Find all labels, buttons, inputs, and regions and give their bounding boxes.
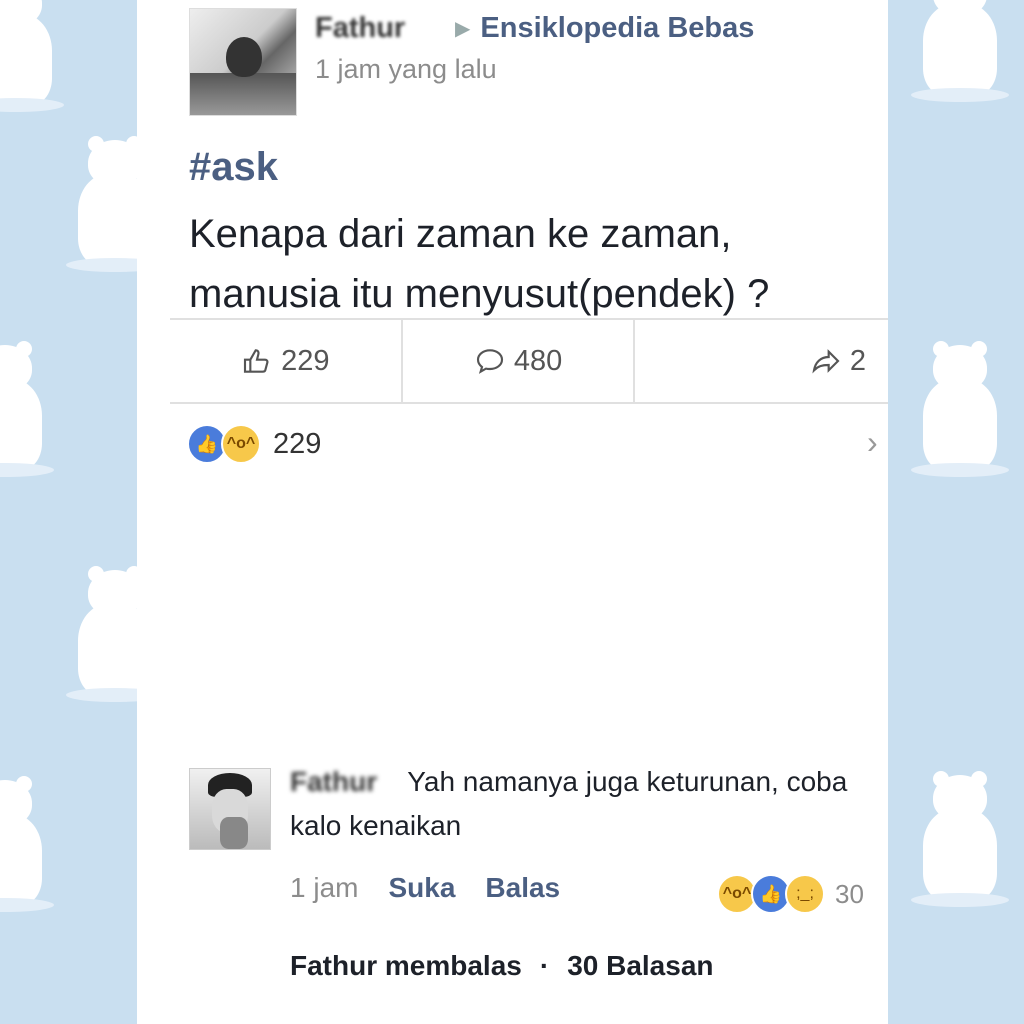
hashtag-link[interactable]: #ask xyxy=(189,145,278,190)
sad-reaction-icon: ;_; xyxy=(785,874,825,914)
author-name[interactable]: Fathur xyxy=(315,12,445,45)
bear-decoration xyxy=(911,771,1009,907)
bear-decoration xyxy=(0,0,64,112)
replier-text: Fathur membalas xyxy=(290,950,522,981)
post-header: Fathur ▶ Ensiklopedia Bebas xyxy=(315,12,754,45)
share-icon xyxy=(812,349,840,374)
bear-decoration xyxy=(0,341,54,477)
post-time[interactable]: 1 jam yang lalu xyxy=(315,54,497,85)
haha-reaction-icon: ^o^ xyxy=(221,424,261,464)
comment-button[interactable]: 480 xyxy=(403,320,636,402)
post-body: Kenapa dari zaman ke zaman, manusia itu … xyxy=(189,204,879,324)
reaction-count: 229 xyxy=(273,427,322,460)
comment-text-line: Yah namanya juga keturunan, coba xyxy=(407,766,848,797)
comment-actions: 1 jam Suka Balas xyxy=(290,872,560,904)
chevron-right-icon[interactable]: › xyxy=(867,424,878,461)
like-count: 229 xyxy=(281,344,330,377)
post-line: Kenapa dari zaman ke zaman, xyxy=(189,212,732,256)
comment-reaction-summary[interactable]: ^o^ 👍 ;_; 30 xyxy=(717,874,864,914)
arrow-right-icon: ▶ xyxy=(455,18,471,40)
post-actions: 229 480 2 xyxy=(170,318,888,404)
comment-reaction-count: 30 xyxy=(835,878,864,909)
separator-dot: · xyxy=(539,950,550,981)
comment-like-button[interactable]: Suka xyxy=(388,872,455,904)
share-count: 2 xyxy=(849,344,867,377)
comment-text-line: kalo kenaikan xyxy=(290,810,462,841)
comment-time[interactable]: 1 jam xyxy=(290,872,358,904)
commenter-name[interactable]: Fathur xyxy=(290,760,400,804)
bear-decoration xyxy=(911,341,1009,477)
commenter-avatar[interactable] xyxy=(189,768,271,850)
group-name[interactable]: Ensiklopedia Bebas xyxy=(480,12,754,45)
post-line: manusia itu menyusut(pendek) ? xyxy=(189,272,770,316)
reaction-summary[interactable]: 👍 ^o^ 229 xyxy=(187,424,321,464)
comment-body: Fathur Yah namanya juga keturunan, coba … xyxy=(290,760,890,848)
share-button[interactable]: 2 xyxy=(635,320,888,402)
comment-reply-button[interactable]: Balas xyxy=(485,872,560,904)
thumbs-up-icon xyxy=(244,349,269,373)
comment-icon xyxy=(476,349,503,374)
view-replies-link[interactable]: Fathur membalas · 30 Balasan xyxy=(290,950,714,982)
like-button[interactable]: 229 xyxy=(170,320,403,402)
author-avatar[interactable] xyxy=(189,8,297,116)
comment-count: 480 xyxy=(513,344,563,377)
bear-decoration xyxy=(911,0,1009,102)
bear-decoration xyxy=(0,776,54,912)
post-card: Fathur ▶ Ensiklopedia Bebas 1 jam yang l… xyxy=(137,0,888,1024)
reply-count: 30 Balasan xyxy=(567,950,714,981)
